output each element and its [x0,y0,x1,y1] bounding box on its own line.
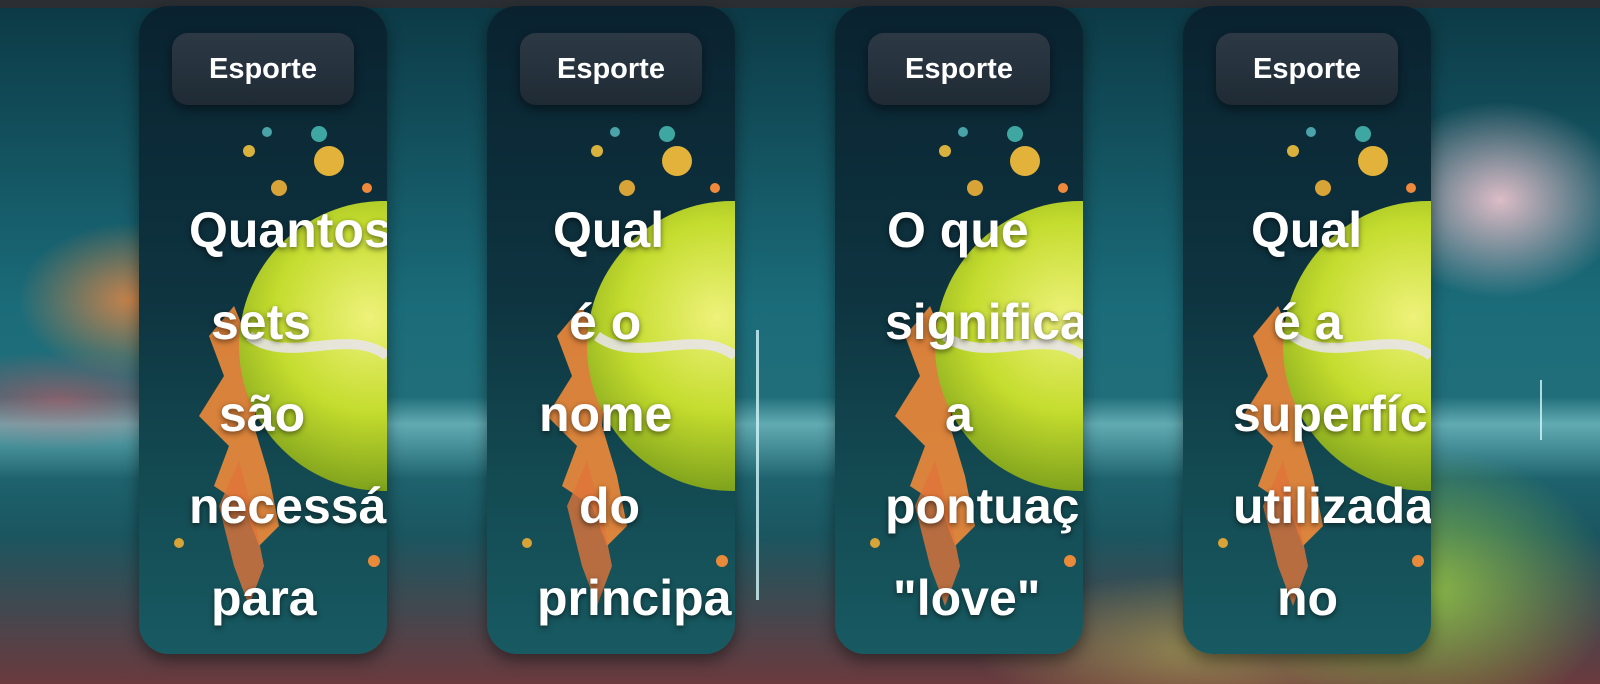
question-card[interactable]: Esporte Qual é a superfíc utilizada no [1183,6,1431,654]
question-line: é o [569,294,642,350]
question-line: O que [887,202,1029,258]
question-line: utilizada [1233,478,1431,534]
category-chip[interactable]: Esporte [172,33,354,105]
category-chip[interactable]: Esporte [868,33,1050,105]
question-line: pontuaç [885,478,1080,534]
category-chip[interactable]: Esporte [520,33,702,105]
question-line: principa [537,570,732,626]
question-text: Quantos sets são necessá para [189,184,387,644]
carousel-screen: Esporte Quantos sets são necessá para Es… [0,0,1600,684]
question-line: superfíc [1233,386,1428,442]
question-card[interactable]: Esporte Quantos sets são necessá para [139,6,387,654]
question-line: para [211,570,317,626]
question-text: O que significa a pontuaç "love" [885,184,1083,644]
question-line: no [1277,570,1339,626]
question-card[interactable]: Esporte O que significa a pontuaç "love" [835,6,1083,654]
question-text: Qual é o nome do principa [537,184,735,644]
question-line: do [579,478,641,534]
question-line: são [219,386,306,442]
question-line: Quantos [189,202,387,258]
question-line: sets [211,294,312,350]
question-card[interactable]: Esporte Qual é o nome do principa [487,6,735,654]
question-line: Qual [1251,202,1363,258]
question-line: "love" [893,570,1041,626]
question-line: necessá [189,478,387,534]
category-chip[interactable]: Esporte [1216,33,1398,105]
question-line: significa [885,294,1083,350]
question-line: a [945,386,973,442]
question-line: nome [539,386,673,442]
question-line: Qual [553,202,665,258]
question-line: é a [1273,294,1343,350]
question-card-carousel: Esporte Quantos sets são necessá para Es… [0,0,1600,684]
question-text: Qual é a superfíc utilizada no [1233,184,1431,644]
